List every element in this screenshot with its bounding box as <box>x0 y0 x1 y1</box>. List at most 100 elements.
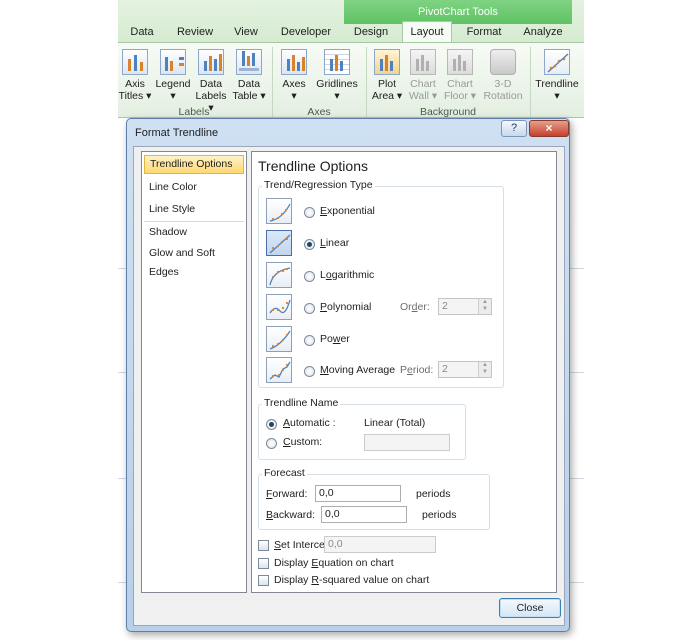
group-divider <box>366 47 367 117</box>
period-label-prefix: P <box>400 364 408 376</box>
axes-group-label: Axes <box>307 106 331 118</box>
pivotchart-tools-context-label: PivotChart Tools <box>344 0 572 24</box>
forecast-group-label: Forecast <box>262 467 307 479</box>
polynomial-label: Polynomial <box>320 301 371 313</box>
period-value: 2 <box>442 363 448 375</box>
axes-label-2: ▾ <box>291 90 297 102</box>
order-spinner-arrows[interactable]: ▲ ▼ <box>478 299 491 314</box>
panel-title: Trendline Options <box>258 158 368 174</box>
nav-trendline-options[interactable]: Trendline Options <box>144 155 244 174</box>
legend-label-2: ▾ <box>170 90 176 102</box>
plot-area-button[interactable]: Plot Area ▾ <box>370 49 404 107</box>
custom-name-radio[interactable] <box>266 438 277 449</box>
polynomial-accesskey: P <box>320 301 328 313</box>
spin-down-icon[interactable]: ▼ <box>479 369 491 376</box>
gridlines-button[interactable]: Gridlines ▾ <box>314 49 360 107</box>
legend-label: Legend <box>155 78 191 90</box>
display-equation-label-prefix: Display <box>274 557 312 569</box>
close-window-button[interactable]: × <box>529 120 569 137</box>
moving-average-label-text: oving Average <box>328 364 396 376</box>
category-nav: Trendline Options Line Color Line Style … <box>141 151 247 593</box>
trendline-label-2: ▾ <box>554 90 560 102</box>
linear-trend-icon <box>266 230 292 256</box>
nav-shadow[interactable]: Shadow <box>144 223 244 242</box>
moving-average-trend-icon <box>266 357 292 383</box>
tab-view[interactable]: View <box>226 22 266 42</box>
logarithmic-radio[interactable] <box>304 271 315 282</box>
tab-data[interactable]: Data <box>122 22 162 42</box>
period-spinner-arrows[interactable]: ▲ ▼ <box>478 362 491 377</box>
chart-floor-label: Chart <box>447 78 473 90</box>
custom-label-text: ustom: <box>290 436 323 448</box>
automatic-name-radio[interactable] <box>266 419 277 430</box>
ribbon-layout-panel: Axis Titles ▾ Legend ▾ Data Labels ▾ Dat… <box>118 42 584 118</box>
labels-group-label: Labels <box>178 106 210 118</box>
data-table-button[interactable]: Data Table ▾ <box>230 49 268 107</box>
exponential-radio[interactable] <box>304 207 315 218</box>
period-label-text: riod: <box>412 364 434 376</box>
spin-down-icon[interactable]: ▼ <box>479 306 491 313</box>
trendline-label: Trendline <box>535 78 579 90</box>
tab-review[interactable]: Review <box>170 22 220 42</box>
display-r-squared-label-prefix: Display <box>274 574 312 586</box>
spin-up-icon[interactable]: ▲ <box>479 299 491 306</box>
polynomial-label-text: olynomial <box>327 301 372 313</box>
logarithmic-label-text: garithmic <box>331 269 375 281</box>
polynomial-radio[interactable] <box>304 303 315 314</box>
axes-button[interactable]: Axes ▾ <box>276 49 312 107</box>
help-button[interactable]: ? <box>501 120 527 137</box>
nav-glow-soft-edges[interactable]: Glow and Soft Edges <box>144 244 244 278</box>
exponential-label-text: xponential <box>327 205 375 217</box>
trendline-name-group-label: Trendline Name <box>262 397 341 409</box>
period-label: Period: <box>400 364 433 376</box>
plot-area-label-2: Area ▾ <box>371 90 403 102</box>
order-value: 2 <box>442 300 448 312</box>
linear-radio[interactable] <box>304 239 315 250</box>
backward-accesskey: B <box>266 509 274 521</box>
group-divider <box>272 47 273 117</box>
tab-layout[interactable]: Layout <box>402 21 452 43</box>
order-label-text: er: <box>417 301 430 313</box>
backward-periods-input[interactable]: 0,0 <box>321 506 407 523</box>
group-divider <box>530 47 531 117</box>
chart-floor-icon <box>447 49 473 75</box>
data-labels-button[interactable]: Data Labels ▾ <box>192 49 230 114</box>
trendline-options-panel: Trendline Options Trend/Regression Type … <box>251 151 557 593</box>
set-intercept-checkbox[interactable] <box>258 540 269 551</box>
intercept-value-input[interactable]: 0,0 <box>324 536 436 553</box>
3d-rotation-button[interactable]: 3-D Rotation <box>480 49 526 107</box>
power-radio[interactable] <box>304 335 315 346</box>
trendline-button[interactable]: Trendline ▾ <box>534 49 580 107</box>
set-intercept-accesskey: S <box>274 539 282 551</box>
close-button[interactable]: Close <box>499 598 561 618</box>
exponential-accesskey: E <box>320 205 328 217</box>
period-spinner[interactable]: 2 ▲ ▼ <box>438 361 492 378</box>
axis-titles-button[interactable]: Axis Titles ▾ <box>118 49 152 107</box>
nav-line-color[interactable]: Line Color <box>144 178 244 197</box>
spin-up-icon[interactable]: ▲ <box>479 362 491 369</box>
chart-wall-button[interactable]: Chart Wall ▾ <box>406 49 440 107</box>
3d-rotation-icon <box>490 49 516 75</box>
tab-analyze[interactable]: Analyze <box>516 22 570 42</box>
order-label-prefix: Or <box>400 301 412 313</box>
display-equation-label-text: quation on chart <box>318 557 394 569</box>
nav-line-style[interactable]: Line Style <box>144 200 244 219</box>
display-r-squared-checkbox[interactable] <box>258 575 269 586</box>
display-equation-checkbox[interactable] <box>258 558 269 569</box>
power-trend-icon <box>266 326 292 352</box>
tab-format[interactable]: Format <box>460 22 508 42</box>
legend-button[interactable]: Legend ▾ <box>154 49 192 107</box>
moving-average-radio[interactable] <box>304 366 315 377</box>
automatic-name-value: Linear (Total) <box>364 417 426 429</box>
tab-developer[interactable]: Developer <box>274 22 338 42</box>
display-r-squared-accesskey: R <box>311 574 319 586</box>
tab-design[interactable]: Design <box>348 22 394 42</box>
polynomial-trend-icon <box>266 294 292 320</box>
custom-name-input[interactable] <box>364 434 450 451</box>
forward-periods-input[interactable]: 0,0 <box>315 485 401 502</box>
data-labels-label: Data <box>199 78 223 90</box>
gridlines-label: Gridlines <box>316 78 358 90</box>
order-spinner[interactable]: 2 ▲ ▼ <box>438 298 492 315</box>
chart-floor-button[interactable]: Chart Floor ▾ <box>442 49 478 107</box>
automatic-label-text: utomatic : <box>290 417 336 429</box>
